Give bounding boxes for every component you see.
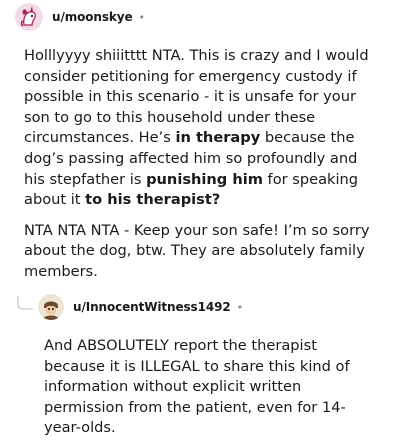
header-separator: • — [138, 10, 146, 24]
comment-body: And ABSOLUTELY report the therapist beca… — [44, 336, 379, 439]
header-separator: • — [236, 300, 244, 314]
user-avatar[interactable] — [38, 294, 64, 320]
bold-text: to his therapist? — [85, 191, 221, 209]
comment-username[interactable]: u/moonskye — [52, 10, 133, 24]
unicorn-avatar-icon — [15, 3, 43, 31]
comment-header: u/InnocentWitness1492 • — [38, 290, 243, 324]
character-avatar-icon — [38, 294, 64, 320]
bold-text: punishing him — [146, 170, 263, 188]
comment-header: u/moonskye • — [15, 0, 145, 34]
user-avatar[interactable] — [15, 3, 43, 31]
comment-body: Holllyyyy shiiitttt NTA. This is crazy a… — [24, 46, 382, 283]
reply-thread-curve-icon — [17, 296, 33, 310]
comment-paragraph: NTA NTA NTA - Keep your son safe! I’m so… — [24, 221, 370, 280]
comment-paragraph: Holllyyyy shiiitttt NTA. This is crazy a… — [24, 47, 369, 209]
comment-username[interactable]: u/InnocentWitness1492 — [73, 300, 231, 314]
comment-paragraph: And ABSOLUTELY report the therapist beca… — [44, 337, 350, 437]
bold-text: in therapy — [175, 129, 261, 147]
